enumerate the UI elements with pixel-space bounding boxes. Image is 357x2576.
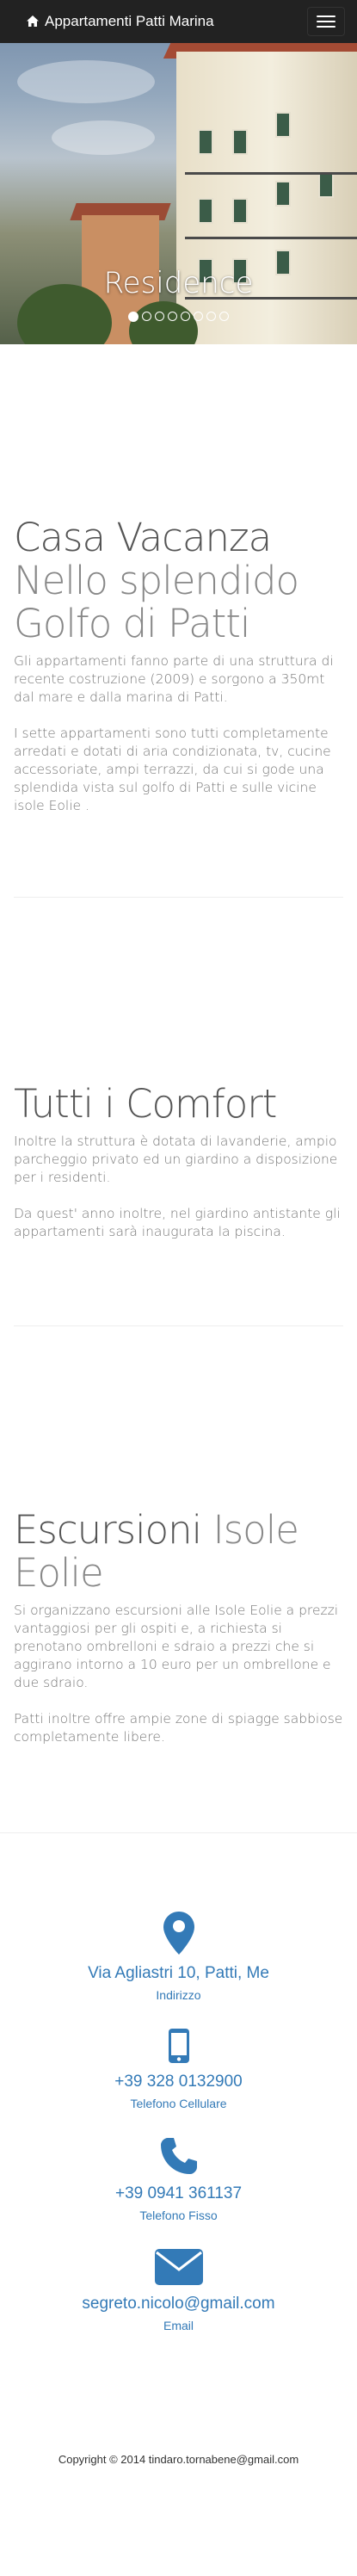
section-casa-vacanza: Casa Vacanza Nello splendido Golfo di Pa… <box>0 344 357 815</box>
envelope-icon <box>154 2249 203 2285</box>
carousel-indicators <box>0 312 357 322</box>
hero-carousel[interactable]: Residence <box>0 0 357 344</box>
carousel-indicator-dot[interactable] <box>206 312 216 321</box>
landline-phone-label: Telefono Fisso <box>139 2208 218 2222</box>
section-heading: Casa Vacanza Nello splendido Golfo di Pa… <box>14 516 343 646</box>
contact-address: Via Agliastri 10, Patti, Me Indirizzo <box>0 1911 357 2002</box>
section-heading: Escursioni Isole Eolie <box>14 1509 343 1595</box>
hamburger-icon <box>317 15 335 17</box>
contact-section: Via Agliastri 10, Patti, Me Indirizzo +3… <box>0 1833 357 2332</box>
heading-main: Casa Vacanza <box>14 515 272 560</box>
navbar: Appartamenti Patti Marina <box>0 0 357 43</box>
contact-landline: +39 0941 361137 Telefono Fisso <box>0 2136 357 2222</box>
home-icon <box>27 15 39 27</box>
section-paragraph: Da quest' anno inoltre, nel giardino ant… <box>14 1206 341 1239</box>
section-paragraph: I sette appartamenti sono tutti completa… <box>14 726 331 813</box>
carousel-indicator-dot[interactable] <box>128 312 138 322</box>
section-paragraph: Si organizzano escursioni alle Isole Eol… <box>14 1603 339 1690</box>
phone-icon <box>160 2138 197 2174</box>
carousel-indicator-dot[interactable] <box>155 312 164 321</box>
heading-sub: Nello splendido Golfo di Patti <box>14 558 299 646</box>
section-paragraph: Gli appartamenti fanno parte di una stru… <box>14 653 334 705</box>
carousel-indicator-dot[interactable] <box>168 312 177 321</box>
navbar-brand-label: Appartamenti Patti Marina <box>45 13 214 29</box>
address-label: Indirizzo <box>156 1988 201 2002</box>
mobile-phone-icon <box>168 2029 189 2063</box>
footer: Copyright © 2014 tindaro.tornabene@gmail… <box>0 2350 357 2505</box>
section-paragraph: Inoltre la struttura è dotata di lavande… <box>14 1134 338 1185</box>
footer-copyright: Copyright © 2014 tindaro.tornabene@gmail… <box>58 2453 299 2466</box>
contact-email: segreto.nicolo@gmail.com Email <box>0 2248 357 2332</box>
carousel-indicator-dot[interactable] <box>194 312 203 321</box>
section-paragraph: Patti inoltre offre ampie zone di spiagg… <box>14 1711 343 1745</box>
landline-phone-link[interactable]: +39 0941 361137 <box>0 2184 357 2203</box>
section-heading: Tutti i Comfort <box>14 1083 343 1126</box>
section-comfort: Tutti i Comfort Inoltre la struttura è d… <box>0 898 357 1241</box>
carousel-indicator-dot[interactable] <box>219 312 229 321</box>
menu-toggle-button[interactable] <box>307 7 345 36</box>
address-link[interactable]: Via Agliastri 10, Patti, Me <box>0 1964 357 1983</box>
carousel-caption: Residence <box>103 266 254 300</box>
carousel-indicator-dot[interactable] <box>142 312 151 321</box>
mobile-phone-link[interactable]: +39 328 0132900 <box>0 2073 357 2091</box>
heading-main: Tutti i Comfort <box>14 1081 277 1127</box>
carousel-indicator-dot[interactable] <box>181 312 190 321</box>
email-label: Email <box>163 2319 194 2332</box>
mobile-phone-label: Telefono Cellulare <box>130 2097 227 2110</box>
email-link[interactable]: segreto.nicolo@gmail.com <box>0 2295 357 2313</box>
section-escursioni: Escursioni Isole Eolie Si organizzano es… <box>0 1326 357 1746</box>
navbar-brand[interactable]: Appartamenti Patti Marina <box>26 13 214 30</box>
heading-main: Escursioni <box>14 1507 202 1553</box>
contact-mobile: +39 328 0132900 Telefono Cellulare <box>0 2028 357 2110</box>
map-marker-icon <box>163 1912 194 1955</box>
